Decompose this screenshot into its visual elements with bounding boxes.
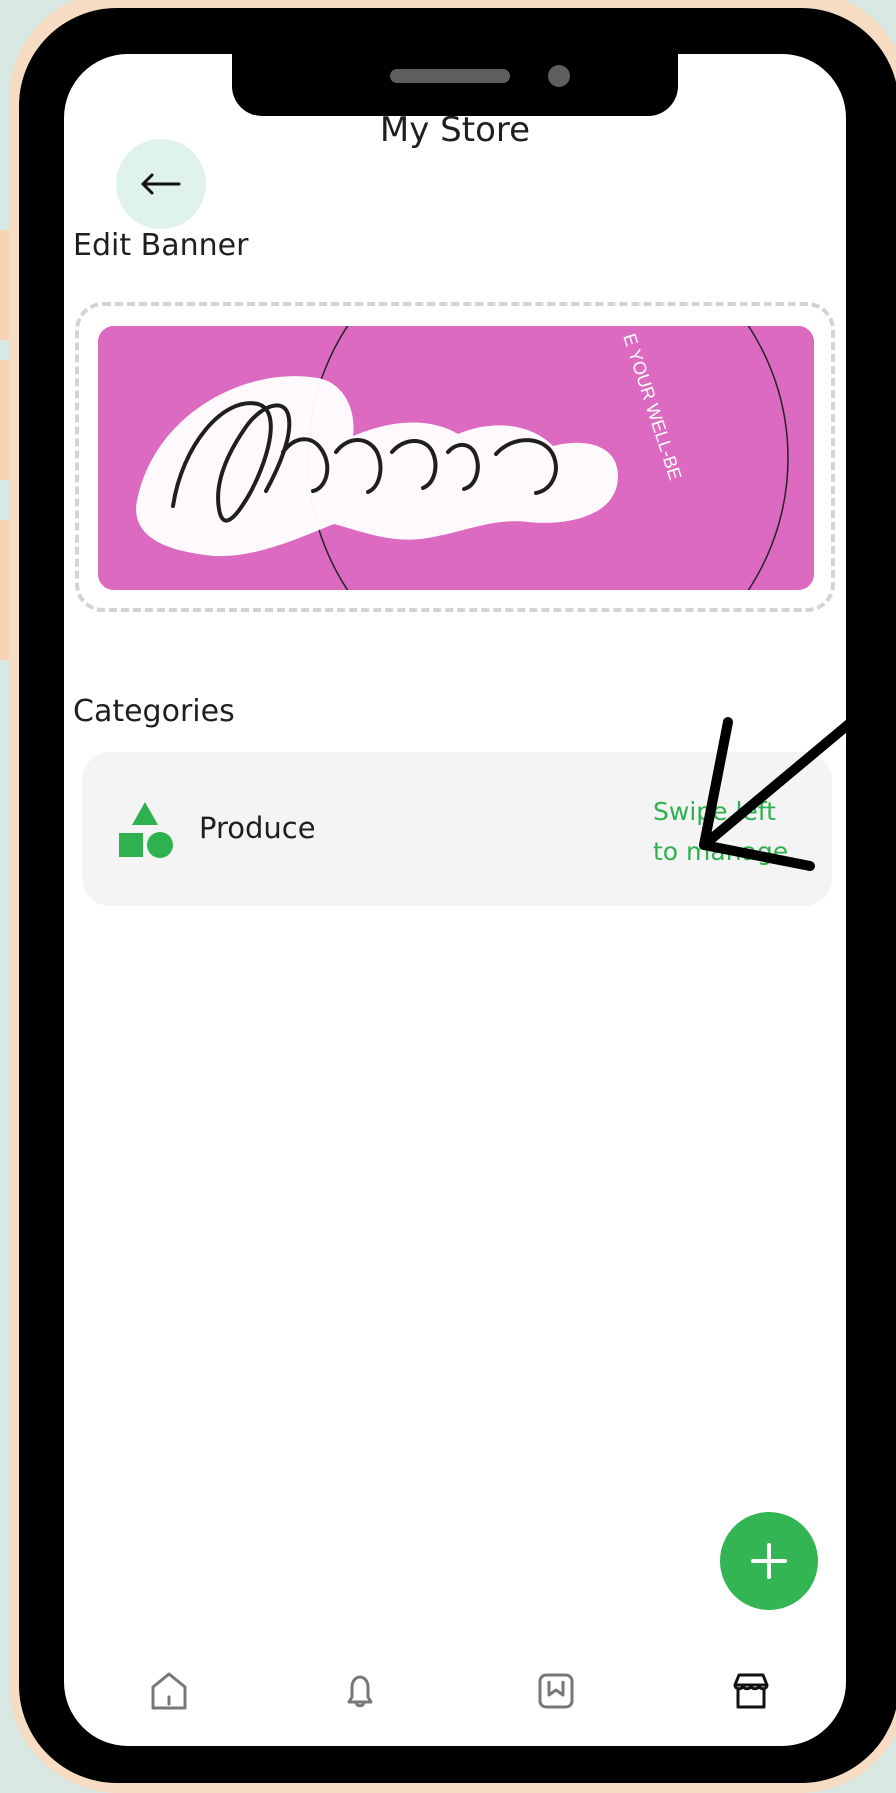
page-title: My Store <box>379 110 531 150</box>
nav-home-button[interactable] <box>134 1656 204 1726</box>
shapes-icon <box>119 802 173 858</box>
banner-art: E YOUR WELL-BE <box>98 326 814 590</box>
back-arrow-icon <box>141 173 181 195</box>
category-name: Produce <box>199 811 316 845</box>
edit-banner-label: Edit Banner <box>73 228 249 263</box>
plus-icon <box>751 1543 787 1579</box>
nav-notifications-button[interactable] <box>325 1656 395 1726</box>
bottom-navigation <box>64 1656 846 1746</box>
phone-speaker <box>390 69 510 83</box>
nav-bookmarks-button[interactable] <box>521 1656 591 1726</box>
categories-label: Categories <box>73 694 235 729</box>
store-banner-image[interactable]: E YOUR WELL-BE <box>98 326 814 590</box>
phone-camera <box>548 65 570 87</box>
annotation-arrow-icon <box>699 683 896 871</box>
nav-store-button[interactable] <box>716 1656 786 1726</box>
store-icon <box>733 1673 769 1709</box>
add-category-button[interactable] <box>720 1512 818 1610</box>
home-icon <box>151 1672 187 1710</box>
phone-notch <box>232 54 678 116</box>
bell-icon <box>347 1675 373 1708</box>
back-button[interactable] <box>116 139 206 229</box>
bookmark-icon <box>538 1673 574 1709</box>
